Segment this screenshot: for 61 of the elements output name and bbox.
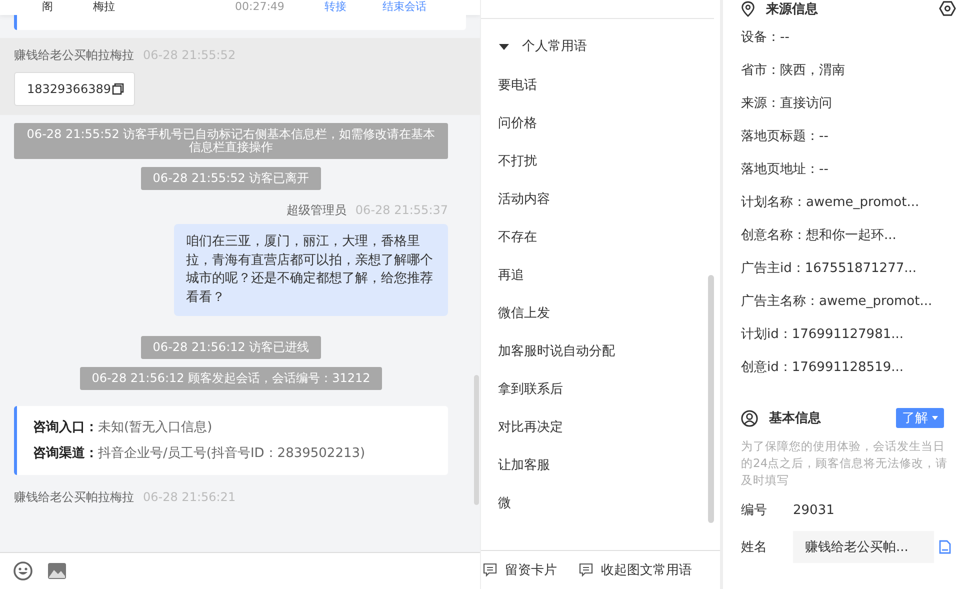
phone-number: 18329366389: [27, 82, 111, 96]
user-icon: [741, 410, 758, 426]
header-text: 梅拉: [93, 0, 115, 14]
phrase-group-toggle[interactable]: 个人常用语: [481, 19, 720, 69]
info-field: 设备：--: [741, 29, 961, 62]
sender-name: 赚钱给老公买帕拉梅拉: [14, 489, 134, 505]
system-notice: 06-28 21:56:12 顾客发起会话，会话编号：31212: [80, 367, 382, 390]
phrase-item[interactable]: 问价格: [498, 113, 720, 151]
header-text: 阁: [42, 0, 53, 14]
field-label: 姓名: [741, 539, 768, 556]
footer-button[interactable]: 收起图文常用语: [579, 561, 692, 579]
image-icon[interactable]: [47, 561, 67, 581]
timestamp: 06-28 21:55:37: [355, 202, 448, 218]
header-text: 00:27:49: [235, 0, 284, 14]
phrase-item[interactable]: 微信上发: [498, 303, 720, 341]
phrase-item[interactable]: 让加客服: [498, 455, 720, 493]
settings-icon[interactable]: [939, 0, 956, 17]
phrase-item[interactable]: 不打扰: [498, 151, 720, 189]
chat-bubble-icon: [483, 563, 497, 577]
info-field: 计划名称：aweme_promot...: [741, 194, 961, 227]
info-field: 广告主名称：aweme_promot...: [741, 293, 961, 326]
info-field: 来源：直接访问: [741, 95, 961, 128]
scrollbar[interactable]: [474, 375, 479, 505]
scrollbar[interactable]: [708, 275, 714, 523]
info-field: 省市：陕西，渭南: [741, 62, 961, 95]
info-field: 创意id：176991128519...: [741, 359, 961, 392]
field-value: 29031: [793, 502, 834, 518]
phrase-item[interactable]: 对比再决定: [498, 417, 720, 455]
sender-name: 超级管理员: [286, 202, 346, 218]
phrase-item[interactable]: 再追: [498, 265, 720, 303]
phrase-item[interactable]: 加客服时说自动分配: [498, 341, 720, 379]
chat-bubble-icon: [579, 563, 593, 577]
info-field: 创意名称：想和你一起环...: [741, 227, 961, 260]
timestamp: 06-28 21:56:21: [143, 489, 236, 505]
phrase-item[interactable]: 拿到联系后: [498, 379, 720, 417]
info-field: 落地页标题：--: [741, 128, 961, 161]
notice-text: 为了保障您的使用体验，会话发生当日的24点之后，顾客信息将无法修改，请及时填写: [741, 438, 949, 489]
smiley-icon[interactable]: [13, 561, 33, 581]
footer-button[interactable]: 留资卡片: [483, 561, 557, 579]
sender-name: 赚钱给老公买帕拉梅拉: [14, 47, 134, 63]
copy-icon[interactable]: [112, 83, 124, 95]
phrase-item[interactable]: 不存在: [498, 227, 720, 265]
field-label: 编号: [741, 502, 768, 519]
section-title: 来源信息: [766, 0, 818, 18]
system-notice: 06-28 21:56:12 访客已进线: [140, 336, 322, 359]
info-field: 广告主id：167551871277...: [741, 260, 961, 293]
location-pin-icon: [741, 0, 755, 16]
field-label: 咨询入口：: [33, 420, 98, 435]
info-field: 落地页地址：--: [741, 161, 961, 194]
field-value: 未知(暂无入口信息): [98, 420, 212, 435]
phrase-item[interactable]: 活动内容: [498, 189, 720, 227]
phrase-item[interactable]: 微: [498, 493, 720, 531]
field-label: 咨询渠道：: [33, 446, 98, 461]
section-title: 基本信息: [769, 410, 821, 427]
name-field[interactable]: 赚钱给老公买帕...: [793, 531, 934, 563]
system-notice: 06-28 21:55:52 访客已离开: [140, 167, 322, 190]
system-notice: 06-28 21:55:52 访客手机号已自动标记右侧基本信息栏，如需修改请在基本信息栏直接操作: [14, 123, 448, 159]
info-field: 计划id：176991127981...: [741, 326, 961, 359]
field-value: 抖音企业号/员工号(抖音号ID：2839502213): [98, 446, 366, 461]
phrase-item[interactable]: 要电话: [498, 75, 720, 113]
message-bubble: 咱们在三亚，厦门，丽江，大理，香格里拉，青海有直营店都可以拍，亲想了解哪个城市的呢？还是不确定都想了解，给您推荐看看？: [174, 224, 448, 316]
